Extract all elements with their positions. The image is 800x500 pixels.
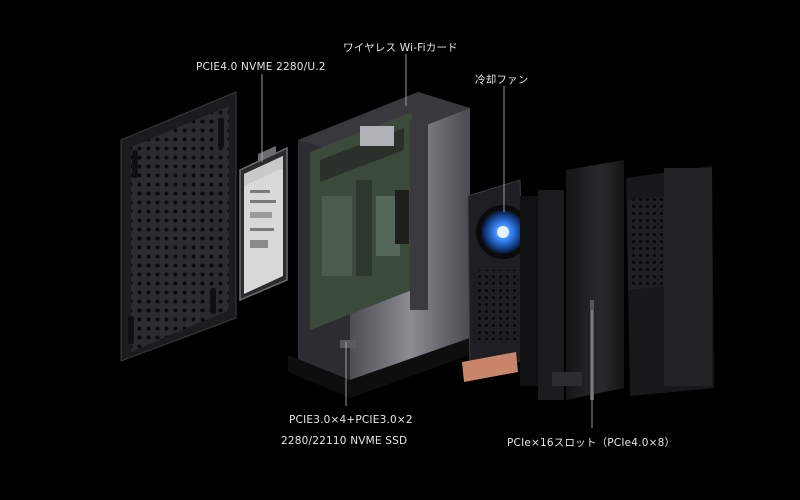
nvme-slot-label-line1: PCIE3.0×4+PCIE3.0×2 bbox=[289, 414, 413, 426]
pcie-slot-label: PCIe×16スロット（PCIe4.0×8） bbox=[507, 437, 676, 449]
main-chassis bbox=[288, 92, 470, 398]
side-panel-right bbox=[626, 166, 714, 396]
panel-slot bbox=[128, 316, 134, 344]
m2-slot bbox=[322, 196, 352, 276]
wifi-card bbox=[360, 126, 394, 146]
product-exploded-view: PCIE4.0 NVME 2280/U.2 ワイヤレス Wi-Fiカード 冷却フ… bbox=[0, 0, 800, 500]
cooling-fan-module bbox=[462, 179, 564, 400]
panel-slot bbox=[218, 118, 224, 148]
u2-ssd-drive bbox=[239, 146, 288, 302]
ssd-label: PCIE4.0 NVME 2280/U.2 bbox=[196, 61, 326, 73]
nvme-slot-label-line2: 2280/22110 NVME SSD bbox=[281, 435, 408, 447]
panel-slot bbox=[210, 288, 216, 314]
side-panel-left bbox=[120, 91, 237, 362]
panel-slot bbox=[132, 150, 138, 178]
wifi-card-label: ワイヤレス Wi-Fiカード bbox=[343, 42, 458, 54]
cooling-fan-label: 冷却ファン bbox=[475, 74, 529, 86]
